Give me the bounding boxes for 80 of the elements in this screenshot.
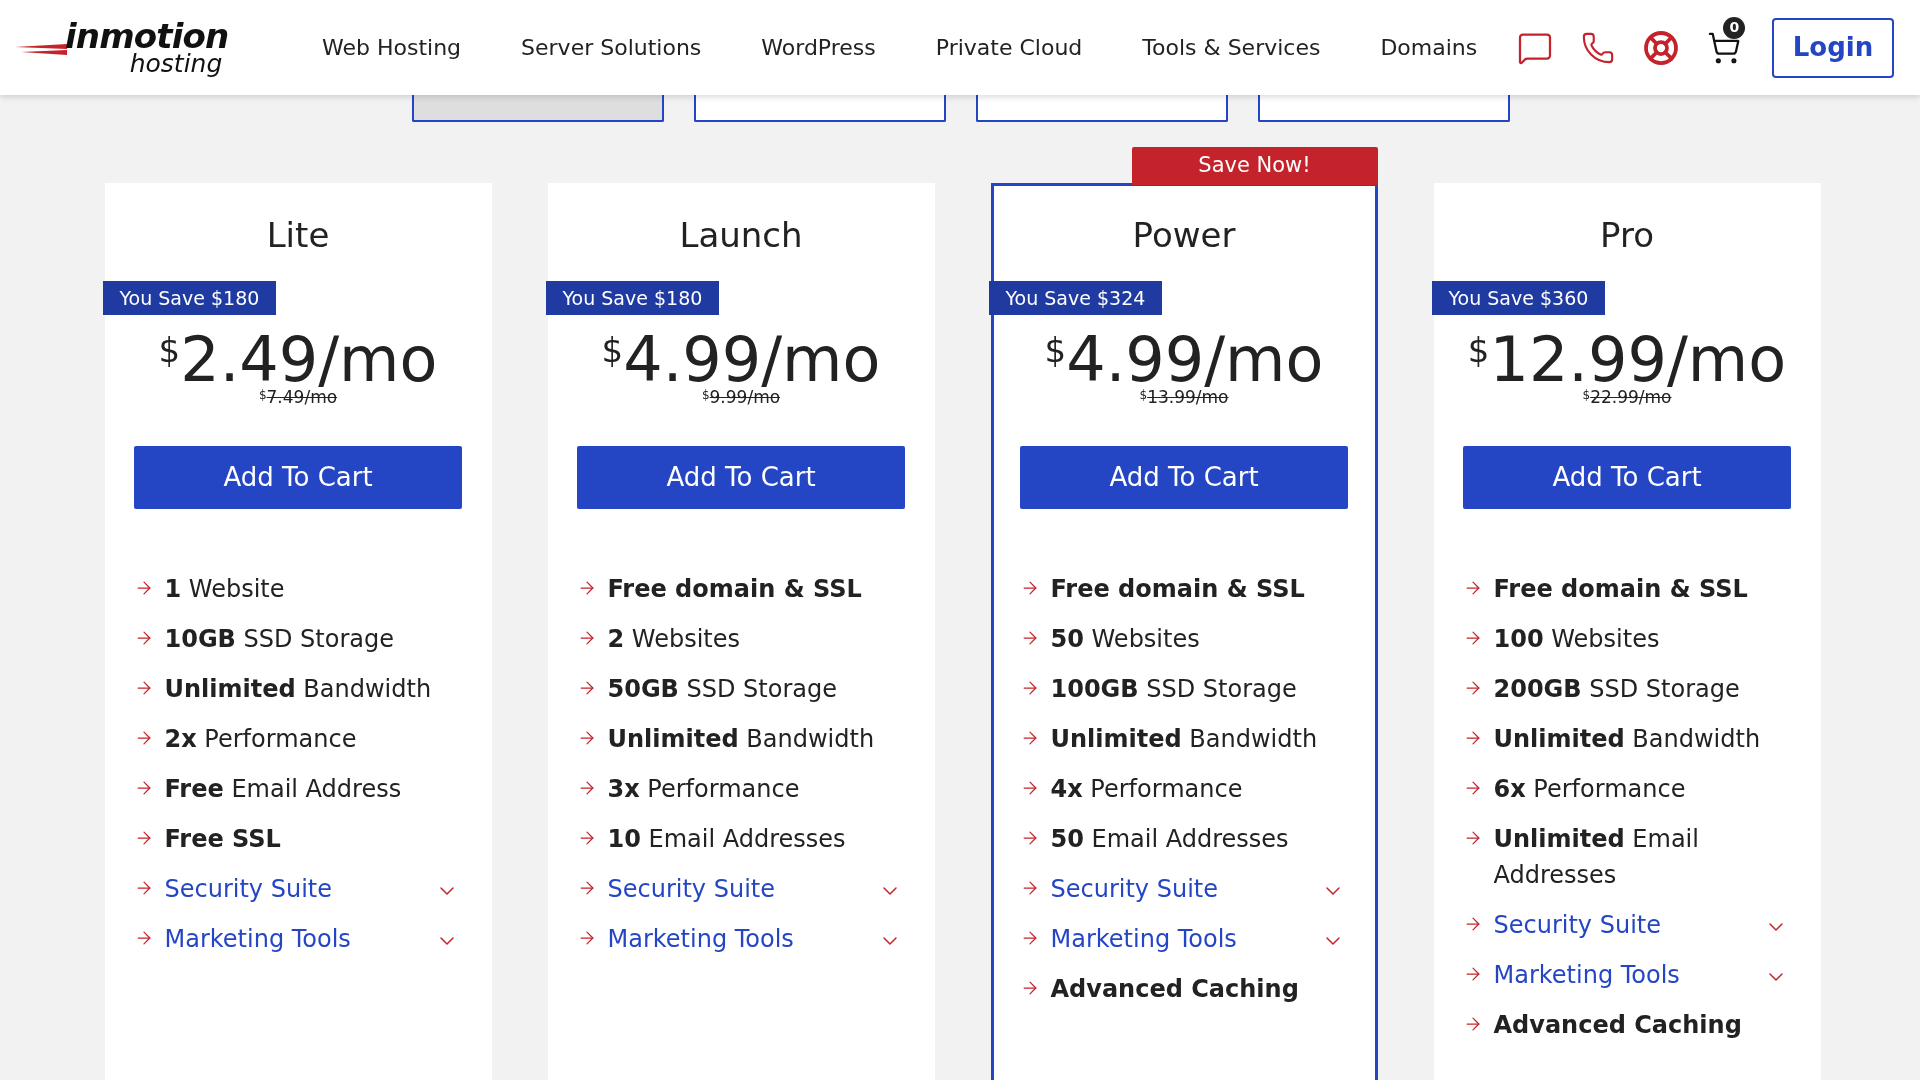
feature-link[interactable]: Marketing Tools <box>1050 921 1237 957</box>
feature-link[interactable]: Marketing Tools <box>164 921 351 957</box>
feature-text: 10 Email Addresses <box>607 824 846 855</box>
term-tab[interactable] <box>412 95 664 122</box>
feature-text: 2 Websites <box>607 624 740 655</box>
currency-symbol: $ <box>1467 333 1490 367</box>
old-currency-symbol: $ <box>1139 389 1148 401</box>
currency-symbol: $ <box>1044 333 1067 367</box>
feature-text: Advanced Caching <box>1050 974 1299 1005</box>
savings-badge: You Save $360 <box>1431 281 1606 315</box>
old-currency-symbol: $ <box>701 389 710 401</box>
feature-text: 10GB SSD Storage <box>164 624 394 655</box>
currency-symbol: $ <box>601 333 624 367</box>
feature-text: 50 Email Addresses <box>1050 824 1289 855</box>
feature-text: 1 Website <box>164 574 285 605</box>
feature-text: 3x Performance <box>607 774 800 805</box>
feature-text: 2x Performance <box>164 724 357 755</box>
old-price: 7.49/mo <box>266 389 338 406</box>
lifebuoy-icon[interactable] <box>1643 29 1680 66</box>
feature-text: 100GB SSD Storage <box>1050 674 1297 705</box>
feature-text: Free domain & SSL <box>1493 574 1748 605</box>
savings-badge: You Save $180 <box>545 281 720 315</box>
nav-link[interactable]: Web Hosting <box>322 31 462 64</box>
feature-text: 4x Performance <box>1050 774 1243 805</box>
plan-name: Launch <box>679 214 803 257</box>
currency-symbol: $ <box>158 333 181 367</box>
feature-text: Unlimited Bandwidth <box>607 724 875 755</box>
cart-icon[interactable] <box>1707 30 1742 65</box>
feature-text: 50 Websites <box>1050 624 1200 655</box>
feature-text: 50GB SSD Storage <box>607 674 837 705</box>
feature-text: Unlimited Email Addresses <box>1493 824 1700 891</box>
feature-text: 100 Websites <box>1493 624 1660 655</box>
savings-badge: You Save $180 <box>102 281 277 315</box>
price: 4.99/mo <box>1066 329 1324 391</box>
feature-text: 6x Performance <box>1493 774 1686 805</box>
plan-name: Pro <box>1600 214 1654 257</box>
nav-link[interactable]: Server Solutions <box>521 31 702 64</box>
save-now-ribbon: Save Now! <box>1131 147 1378 185</box>
nav-link[interactable]: Tools & Services <box>1142 31 1321 64</box>
feature-text: Unlimited Bandwidth <box>164 674 432 705</box>
feature-link[interactable]: Marketing Tools <box>1493 957 1680 993</box>
feature-text: Free Email Address <box>164 774 402 805</box>
feature-text: Free domain & SSL <box>607 574 862 605</box>
old-currency-symbol: $ <box>1582 389 1591 401</box>
term-tab[interactable] <box>976 95 1228 122</box>
term-tab[interactable] <box>1258 95 1510 122</box>
login-button[interactable]: Login <box>1772 17 1894 78</box>
logo-text: inmotion <box>65 19 229 53</box>
old-price: 9.99/mo <box>709 389 781 406</box>
feature-text: 200GB SSD Storage <box>1493 674 1740 705</box>
feature-link[interactable]: Security Suite <box>1493 907 1661 943</box>
old-price: 13.99/mo <box>1147 389 1229 406</box>
nav-link[interactable]: Private Cloud <box>935 31 1083 64</box>
add-to-cart-button[interactable]: Add To Cart <box>1463 446 1791 509</box>
add-to-cart-button[interactable]: Add To Cart <box>134 446 462 509</box>
feature-text: Free domain & SSL <box>1050 574 1305 605</box>
feature-text: Unlimited Bandwidth <box>1493 724 1761 755</box>
feature-link[interactable]: Security Suite <box>607 871 775 907</box>
feature-text: Free SSL <box>164 824 281 855</box>
nav-link[interactable]: WordPress <box>761 31 876 64</box>
old-price: 22.99/mo <box>1590 389 1672 406</box>
nav-link[interactable]: Domains <box>1380 31 1478 64</box>
price: 4.99/mo <box>623 329 881 391</box>
old-currency-symbol: $ <box>258 389 267 401</box>
feature-text: Advanced Caching <box>1493 1010 1742 1041</box>
cart-count-badge: 0 <box>1723 16 1746 39</box>
plan-name: Lite <box>266 214 330 257</box>
feature-link[interactable]: Security Suite <box>164 871 332 907</box>
add-to-cart-button[interactable]: Add To Cart <box>577 446 905 509</box>
term-tab[interactable] <box>694 95 946 122</box>
feature-link[interactable]: Marketing Tools <box>607 921 794 957</box>
price: 12.99/mo <box>1489 329 1787 391</box>
logo-subtext: hosting <box>129 51 223 76</box>
phone-icon[interactable] <box>1581 30 1616 65</box>
plan-name: Power <box>1132 214 1236 257</box>
price: 2.49/mo <box>180 329 438 391</box>
feature-link[interactable]: Security Suite <box>1050 871 1218 907</box>
add-to-cart-button[interactable]: Add To Cart <box>1020 446 1348 509</box>
savings-badge: You Save $324 <box>988 281 1163 315</box>
feature-text: Unlimited Bandwidth <box>1050 724 1318 755</box>
